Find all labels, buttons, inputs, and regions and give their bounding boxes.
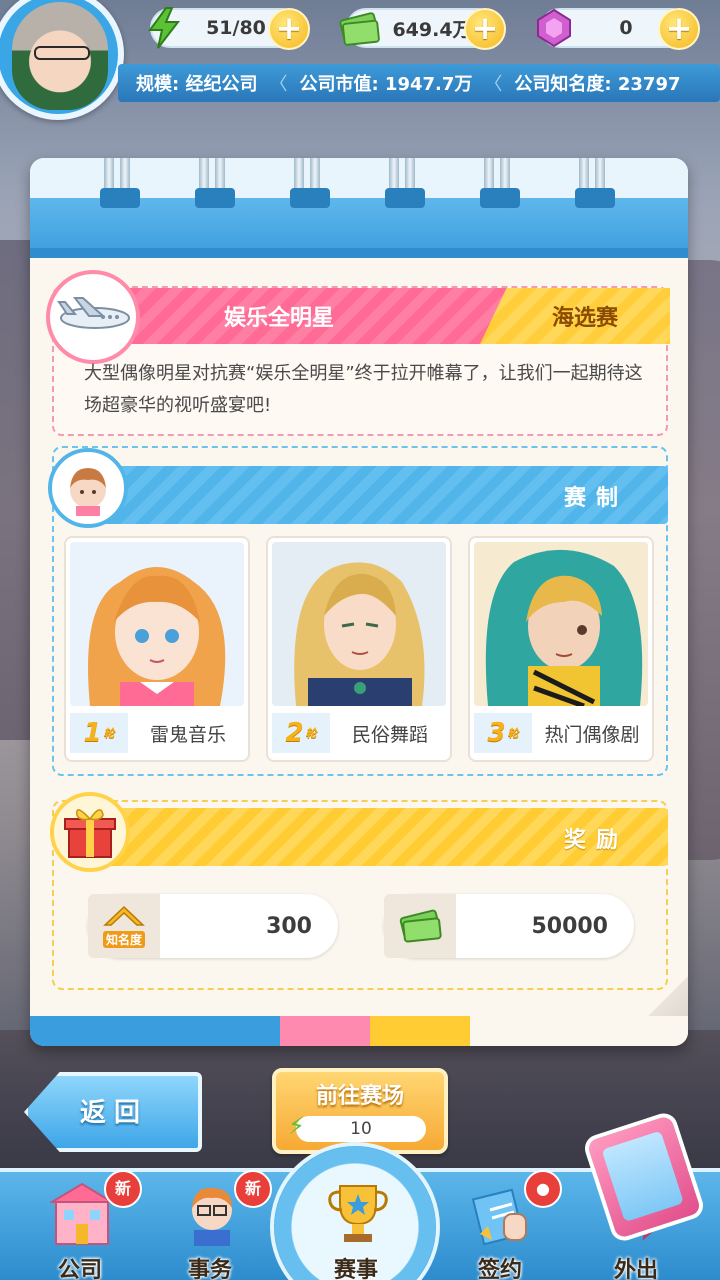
add-cash-button[interactable]: +: [464, 8, 506, 50]
company-stats-bar: 规模: 经纪公司 〈 公司市值: 1947.7万 〈 公司知名度: 23797: [118, 64, 720, 102]
panel-color-tabs: [30, 1016, 688, 1046]
mascot-boy-icon: [48, 448, 128, 528]
company-fame: 公司知名度: 23797: [514, 74, 681, 95]
nav-affairs[interactable]: 事务 新: [150, 1170, 272, 1280]
reward-cash-value: 50000: [531, 913, 608, 939]
trophy-icon: [326, 1178, 390, 1248]
reward-header: 奖励: [94, 808, 668, 866]
gem-counter: 0 +: [537, 8, 700, 50]
new-badge: 新: [104, 1170, 142, 1208]
add-gem-button[interactable]: +: [658, 8, 700, 50]
nav-company[interactable]: 公司 新: [20, 1170, 142, 1280]
round-number-badge: 2轮: [272, 713, 330, 753]
go-cost-value: 10: [350, 1119, 372, 1139]
add-energy-button[interactable]: +: [268, 8, 310, 50]
binder-ring-icon: [195, 158, 235, 214]
event-description: 大型偶像明星对抗赛“娱乐全明星”终于拉开帷幕了，让我们一起期待这场超豪华的视听盛…: [84, 363, 643, 416]
gift-icon: [50, 792, 130, 872]
person-badge-icon: ●: [524, 1170, 562, 1208]
round-number-badge: 1轮: [70, 713, 128, 753]
cash-counter: 649.4万 +: [339, 8, 506, 50]
fame-icon: 知名度: [88, 894, 160, 958]
top-hud: 51/80 + 649.4万 + 0 + 规模: 经纪公司 〈 公司市值: 19…: [0, 0, 720, 120]
nav-sign-label: 签约: [477, 1258, 522, 1280]
nav-outing-label: 外出: [613, 1258, 658, 1280]
round-name: 民俗舞蹈: [351, 723, 428, 746]
round-card-3[interactable]: 3轮 热门偶像剧: [468, 536, 654, 762]
energy-icon: ⚡: [288, 1112, 305, 1140]
event-stage-tag: 海选赛: [480, 288, 670, 344]
nav-company-label: 公司: [57, 1258, 102, 1280]
nav-affairs-label: 事务: [187, 1258, 232, 1280]
format-card: 赛制 1轮 雷鬼音乐 2轮 民俗舞蹈 3 轮 热门偶像剧: [48, 446, 668, 776]
fame-icon-label: 知名度: [102, 930, 145, 948]
back-button-label: 返回: [80, 1098, 149, 1128]
binder-ring-icon: [290, 158, 330, 214]
back-button[interactable]: 返回: [24, 1072, 202, 1152]
format-header: 赛制: [94, 466, 668, 524]
reward-card: 奖励 知名度 300 50000: [50, 792, 668, 990]
nav-events[interactable]: 赛事: [296, 1178, 416, 1280]
format-heading: 赛制: [563, 486, 628, 511]
round-name: 雷鬼音乐: [149, 723, 226, 746]
binder-ring-icon: [575, 158, 615, 214]
event-info-card: 娱乐全明星 海选赛 大型偶像明星对抗赛“娱乐全明星”终于拉开帷幕了，让我们一起期…: [46, 270, 670, 436]
round-card-2[interactable]: 2轮 民俗舞蹈: [266, 536, 452, 762]
reward-fame-value: 300: [266, 913, 312, 939]
cash-stack-icon: [384, 894, 456, 958]
binder-ring-icon: [480, 158, 520, 214]
binder-ring-icon: [100, 158, 140, 214]
event-panel: 娱乐全明星 海选赛 大型偶像明星对抗赛“娱乐全明星”终于拉开帷幕了，让我们一起期…: [30, 158, 688, 1046]
idol-portrait-3: [474, 542, 648, 706]
company-market-value: 公司市值: 1947.7万: [299, 74, 473, 95]
binder-ring-icon: [385, 158, 425, 214]
nav-events-label: 赛事: [333, 1258, 378, 1280]
nav-sign[interactable]: 签约 ●: [440, 1170, 562, 1280]
event-title: 娱乐全明星: [224, 306, 335, 331]
idol-portrait-1: [70, 542, 244, 706]
event-banner: 娱乐全明星 海选赛: [114, 288, 670, 344]
go-button-label: 前往赛场: [315, 1084, 404, 1109]
round-number-badge: 3轮: [474, 713, 532, 753]
go-cost-field: 10: [296, 1116, 426, 1142]
company-scale: 规模: 经纪公司: [136, 74, 258, 95]
reward-fame: 知名度 300: [88, 894, 338, 958]
round-name: 热门偶像剧: [544, 723, 640, 746]
energy-counter: 51/80 +: [148, 7, 310, 50]
idol-portrait-2: [272, 542, 446, 706]
gem-icon: [532, 4, 576, 52]
reward-cash: 50000: [384, 894, 634, 958]
cash-icon: [338, 4, 382, 52]
event-stage-label: 海选赛: [551, 306, 618, 331]
new-badge: 新: [234, 1170, 272, 1208]
reward-heading: 奖励: [563, 828, 628, 853]
airplane-icon: [46, 270, 140, 364]
round-card-1[interactable]: 1轮 雷鬼音乐: [64, 536, 250, 762]
energy-icon: [142, 4, 186, 52]
player-avatar[interactable]: [0, 0, 124, 120]
go-to-arena-button[interactable]: 前往赛场 10 ⚡: [272, 1068, 448, 1154]
